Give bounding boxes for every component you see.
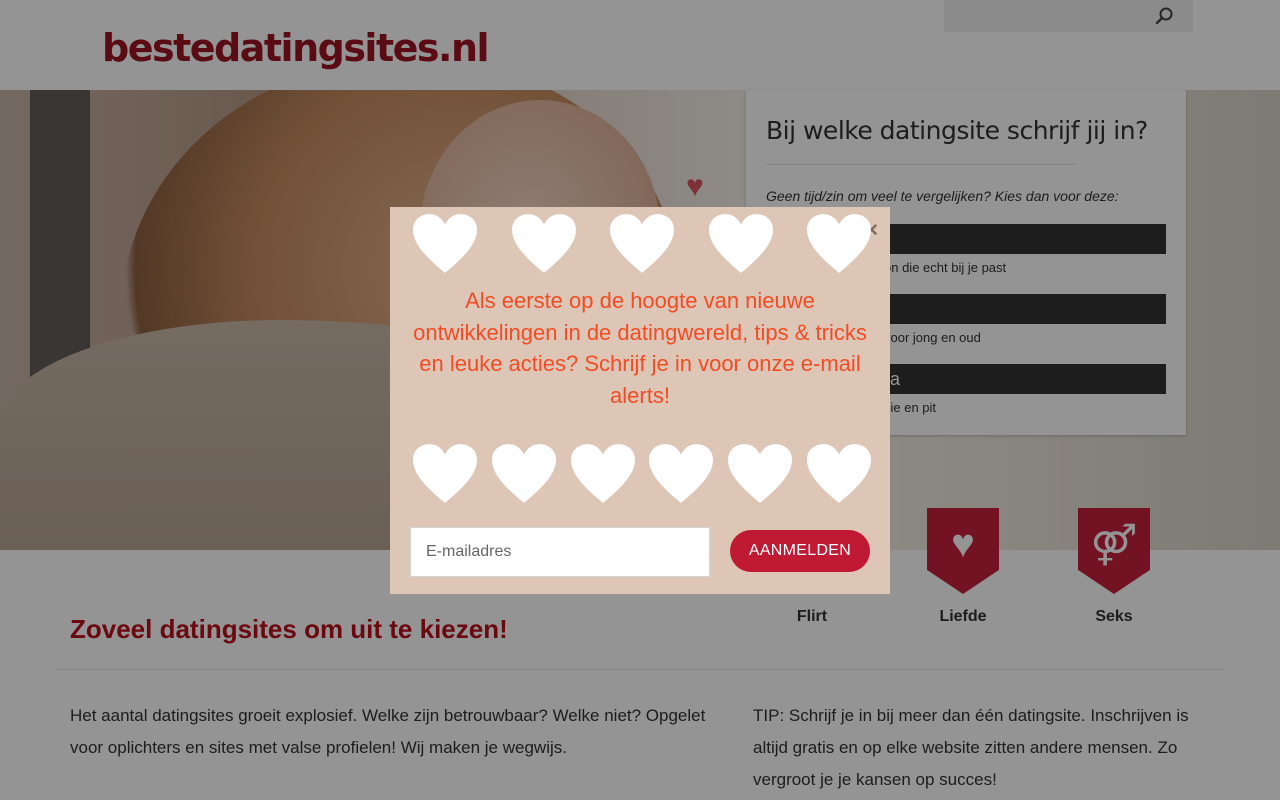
heart-icon <box>511 214 576 273</box>
heart-icon <box>610 214 674 273</box>
heart-icon <box>807 444 871 503</box>
heart-icon <box>570 444 635 503</box>
subscribe-button[interactable]: AANMELDEN <box>730 530 870 572</box>
hearts-row-bottom <box>412 443 872 505</box>
heart-icon <box>728 444 793 503</box>
heart-icon <box>491 444 556 503</box>
heart-icon <box>649 444 714 503</box>
newsletter-modal: × Als eerste op de hoogte van nieuwe ont… <box>390 207 890 594</box>
modal-message: Als eerste op de hoogte van nieuwe ontwi… <box>413 288 867 408</box>
hearts-row-top <box>412 213 872 275</box>
heart-icon <box>413 444 477 503</box>
heart-icon <box>413 214 477 273</box>
email-input[interactable] <box>410 527 710 577</box>
heart-icon <box>708 214 773 273</box>
heart-icon <box>807 214 871 273</box>
